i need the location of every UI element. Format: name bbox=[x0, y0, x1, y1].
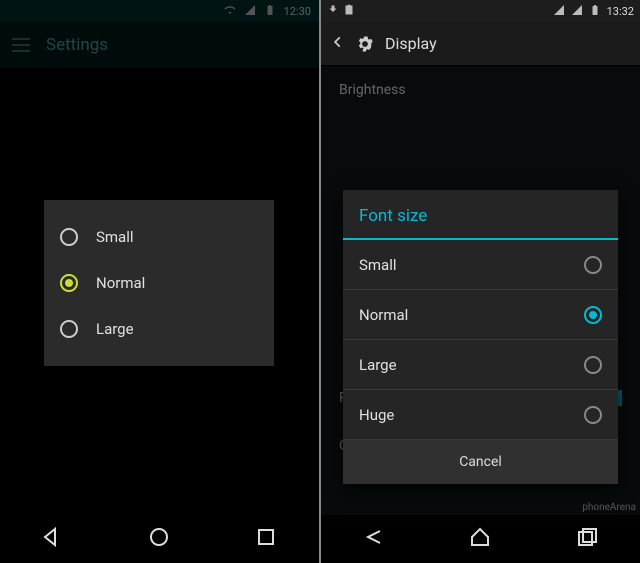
nav-recents-button[interactable] bbox=[254, 525, 278, 553]
page-title: Display bbox=[385, 34, 437, 53]
watermark: phoneArena bbox=[582, 502, 636, 513]
signal-icon bbox=[553, 4, 565, 19]
option-label: Small bbox=[359, 256, 397, 274]
option-normal[interactable]: Normal bbox=[343, 290, 618, 340]
signal-icon bbox=[571, 4, 583, 19]
app-bar: Display bbox=[321, 22, 640, 66]
option-label: Normal bbox=[359, 306, 408, 324]
nav-back-button[interactable] bbox=[362, 525, 386, 553]
right-phone: 13:32 Display Brightness Pulse notificat… bbox=[321, 0, 640, 563]
option-huge[interactable]: Huge bbox=[343, 390, 618, 440]
cancel-button[interactable]: Cancel bbox=[343, 440, 618, 484]
dialog-title: Font size bbox=[343, 190, 618, 240]
download-icon bbox=[327, 4, 339, 19]
radio-icon bbox=[584, 306, 602, 324]
font-size-dialog: Font size Small Normal Large Huge Ca bbox=[343, 190, 618, 484]
option-label: Huge bbox=[359, 406, 394, 424]
option-label: Large bbox=[96, 320, 134, 338]
navigation-bar bbox=[321, 515, 640, 563]
radio-icon bbox=[584, 406, 602, 424]
option-large[interactable]: Large bbox=[343, 340, 618, 390]
battery-icon bbox=[589, 4, 601, 19]
option-label: Normal bbox=[96, 274, 145, 292]
option-label: Small bbox=[96, 228, 134, 246]
font-size-dialog: Small Normal Large bbox=[44, 200, 274, 366]
navigation-bar bbox=[0, 515, 319, 563]
status-bar: 13:32 bbox=[321, 0, 640, 22]
nav-home-button[interactable] bbox=[468, 525, 492, 553]
option-small[interactable]: Small bbox=[60, 214, 258, 260]
status-clock: 13:32 bbox=[607, 5, 634, 18]
radio-icon bbox=[584, 256, 602, 274]
option-small[interactable]: Small bbox=[343, 240, 618, 290]
back-chevron-icon[interactable] bbox=[331, 34, 345, 53]
left-phone: 12:30 Settings Small Normal Large bbox=[0, 0, 319, 563]
option-label: Large bbox=[359, 356, 397, 374]
nav-home-button[interactable] bbox=[147, 525, 171, 553]
radio-icon bbox=[584, 356, 602, 374]
option-large[interactable]: Large bbox=[60, 306, 258, 352]
radio-icon bbox=[60, 320, 78, 338]
gear-icon bbox=[355, 34, 375, 54]
settings-content: Brightness Pulse notification light Cast… bbox=[321, 66, 640, 515]
nav-back-button[interactable] bbox=[41, 525, 65, 553]
clipboard-icon bbox=[343, 4, 355, 19]
nav-recents-button[interactable] bbox=[575, 525, 599, 553]
radio-icon bbox=[60, 274, 78, 292]
option-normal[interactable]: Normal bbox=[60, 260, 258, 306]
radio-icon bbox=[60, 228, 78, 246]
